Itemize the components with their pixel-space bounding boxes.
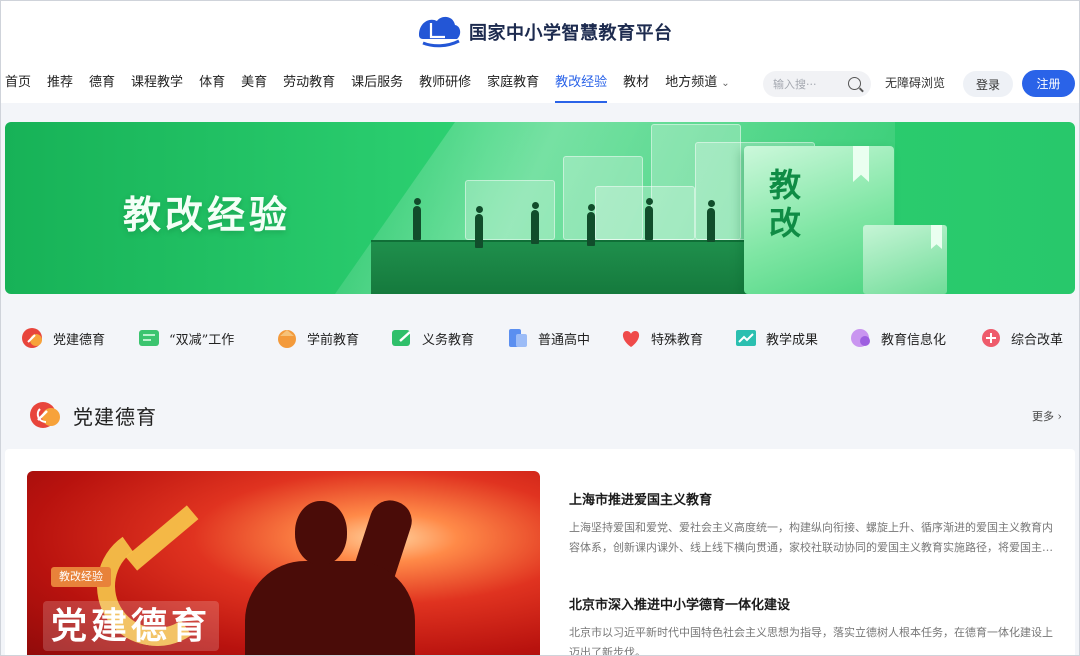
search-icon[interactable] (848, 77, 861, 90)
article-title: 上海市推进爱国主义教育 (569, 493, 713, 508)
more-link[interactable]: 更多 › (1032, 408, 1062, 424)
person-figure (707, 200, 715, 242)
chevron-down-icon: ⌄ (721, 78, 730, 89)
nav-item-arts[interactable]: 美育 (241, 63, 267, 103)
person-figure (475, 206, 483, 248)
banner-book-char: 教 (769, 166, 802, 204)
section-title: 党建德育 (73, 404, 157, 429)
category-double-reduction[interactable]: “双减”工作 (137, 313, 234, 363)
category-high-school[interactable]: 普通高中 (506, 313, 590, 363)
accessibility-link[interactable]: 无障碍浏览 (885, 73, 945, 93)
category-label: “双减”工作 (169, 332, 235, 348)
nav-item-teacher-training[interactable]: 教师研修 (419, 63, 471, 103)
category-label: 义务教育 (422, 332, 475, 348)
salute-silhouette-body (245, 561, 415, 655)
party-emblem-icon (29, 400, 65, 430)
logo-icon (415, 13, 463, 51)
category-compulsory-education[interactable]: 义务教育 (390, 313, 474, 363)
banner-book-text: 教 改 (769, 166, 805, 242)
feature-image[interactable]: 教改经验 党建德育 (27, 471, 540, 655)
nav-item-textbooks[interactable]: 教材 (623, 63, 649, 103)
platform-logo[interactable]: 国家中小学智慧教育平台 (415, 11, 673, 53)
banner-title: 教改经验 (123, 192, 292, 237)
nav-item-after-school[interactable]: 课后服务 (351, 63, 403, 103)
nav-item-labor[interactable]: 劳动教育 (283, 63, 335, 103)
category-party-moral[interactable]: 党建德育 (21, 313, 105, 363)
article-item[interactable]: 上海市推进爱国主义教育 上海坚持爱国和爱党、爱社会主义高度统一，构建纵向衔接、螺… (569, 489, 1059, 558)
double-reduction-icon (137, 327, 161, 349)
nav-item-home[interactable]: 首页 (5, 63, 31, 103)
compulsory-education-icon (390, 327, 414, 349)
nav-item-family[interactable]: 家庭教育 (487, 63, 539, 103)
search-input[interactable] (773, 77, 843, 91)
section-header: 党建德育 (29, 398, 157, 432)
category-preschool[interactable]: 学前教育 (275, 313, 359, 363)
category-label: 特殊教育 (651, 332, 704, 348)
search-box[interactable] (763, 71, 871, 97)
salute-silhouette-head (295, 501, 347, 565)
register-button[interactable]: 注册 (1022, 70, 1075, 97)
high-school-icon (506, 327, 530, 349)
party-emblem-icon (21, 327, 45, 349)
teaching-results-icon (734, 327, 758, 349)
person-figure (531, 202, 539, 244)
category-comprehensive-reform[interactable]: 综合改革 (979, 313, 1063, 363)
nav-item-course-teaching[interactable]: 课程教学 (131, 63, 183, 103)
category-label: 学前教育 (307, 332, 360, 348)
article-title: 北京市深入推进中小学德育一体化建设 (569, 598, 791, 613)
category-label: 教学成果 (766, 332, 819, 348)
nav-item-local-channels[interactable]: 地方频道 ⌄ (665, 63, 729, 103)
page: 国家中小学智慧教育平台 首页 推荐 德育 课程教学 体育 美育 劳动教育 课后服… (0, 0, 1080, 656)
article-desc: 上海坚持爱国和爱党、爱社会主义高度统一，构建纵向衔接、螺旋上升、循序渐进的爱国主… (569, 521, 1053, 554)
feature-caption: 党建德育 (43, 601, 220, 651)
category-label: 普通高中 (538, 332, 591, 348)
nav-item-sports[interactable]: 体育 (199, 63, 225, 103)
category-bar: 党建德育 “双减”工作 学前教育 义务教育 普通高中 特殊教育 教学成果 教育信… (5, 313, 1075, 363)
category-teaching-results[interactable]: 教学成果 (734, 313, 818, 363)
special-education-icon (619, 327, 643, 349)
hero-banner: 教改经验 教 改 (5, 122, 1075, 294)
comprehensive-reform-icon (979, 327, 1003, 349)
preschool-icon (275, 327, 299, 349)
category-label: 教育信息化 (881, 332, 947, 348)
nav-item-moral[interactable]: 德育 (89, 63, 115, 103)
article-item[interactable]: 北京市深入推进中小学德育一体化建设 北京市以习近平新时代中国特色社会主义思想为指… (569, 594, 1059, 656)
feature-tag: 教改经验 (51, 567, 111, 587)
nav-item-reform-experience[interactable]: 教改经验 (555, 63, 608, 103)
login-button[interactable]: 登录 (963, 71, 1013, 97)
person-figure (645, 198, 653, 240)
header: 国家中小学智慧教育平台 首页 推荐 德育 课程教学 体育 美育 劳动教育 课后服… (1, 1, 1079, 103)
education-informatization-icon (849, 327, 873, 349)
nav-item-local-channels-label: 地方频道 (665, 75, 718, 90)
logo-title: 国家中小学智慧教育平台 (469, 23, 673, 44)
category-special-education[interactable]: 特殊教育 (619, 313, 703, 363)
category-label: 党建德育 (53, 332, 106, 348)
person-figure (413, 198, 421, 240)
nav-item-recommend[interactable]: 推荐 (47, 63, 73, 103)
person-figure (587, 204, 595, 246)
category-education-informatization[interactable]: 教育信息化 (849, 313, 946, 363)
category-label: 综合改革 (1011, 332, 1064, 348)
main-nav: 首页 推荐 德育 课程教学 体育 美育 劳动教育 课后服务 教师研修 家庭教育 … (1, 63, 738, 103)
banner-book-char: 改 (769, 204, 802, 242)
article-desc: 北京市以习近平新时代中国特色社会主义思想为指导，落实立德树人根本任务，在德育一体… (569, 626, 1053, 656)
